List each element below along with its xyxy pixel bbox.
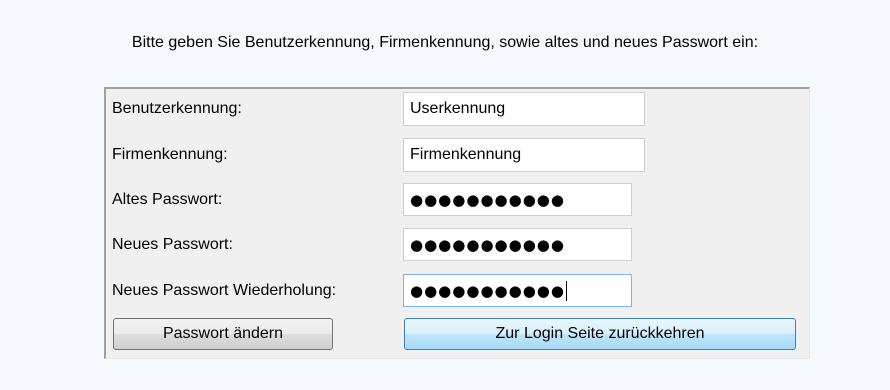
repeat-password-input-value: ●●●●●●●●●●●	[410, 281, 565, 300]
company-id-input[interactable]: Firmenkennung	[403, 138, 645, 172]
old-password-input-value: ●●●●●●●●●●●	[410, 190, 565, 209]
repeat-password-input[interactable]: ●●●●●●●●●●●	[403, 274, 632, 307]
change-password-button[interactable]: Passwort ändern	[113, 318, 333, 350]
new-password-input-value: ●●●●●●●●●●●	[410, 235, 565, 254]
company-id-label: Firmenkennung:	[112, 146, 228, 163]
new-password-input[interactable]: ●●●●●●●●●●●	[403, 228, 632, 261]
back-to-login-button[interactable]: Zur Login Seite zurückkehren	[404, 318, 796, 350]
old-password-input[interactable]: ●●●●●●●●●●●	[403, 183, 632, 216]
text-cursor	[565, 280, 567, 301]
old-password-label: Altes Passwort:	[112, 191, 223, 208]
new-password-label: Neues Passwort:	[112, 236, 233, 253]
instruction-text: Bitte geben Sie Benutzerkennung, Firmenk…	[131, 34, 759, 51]
user-id-input[interactable]: Userkennung	[403, 92, 645, 126]
user-id-label: Benutzerkennung:	[112, 100, 242, 117]
company-id-input-value: Firmenkennung	[410, 146, 522, 163]
repeat-password-label: Neues Passwort Wiederholung:	[112, 282, 337, 299]
page-background: Bitte geben Sie Benutzerkennung, Firmenk…	[0, 0, 890, 390]
user-id-input-value: Userkennung	[410, 100, 506, 117]
